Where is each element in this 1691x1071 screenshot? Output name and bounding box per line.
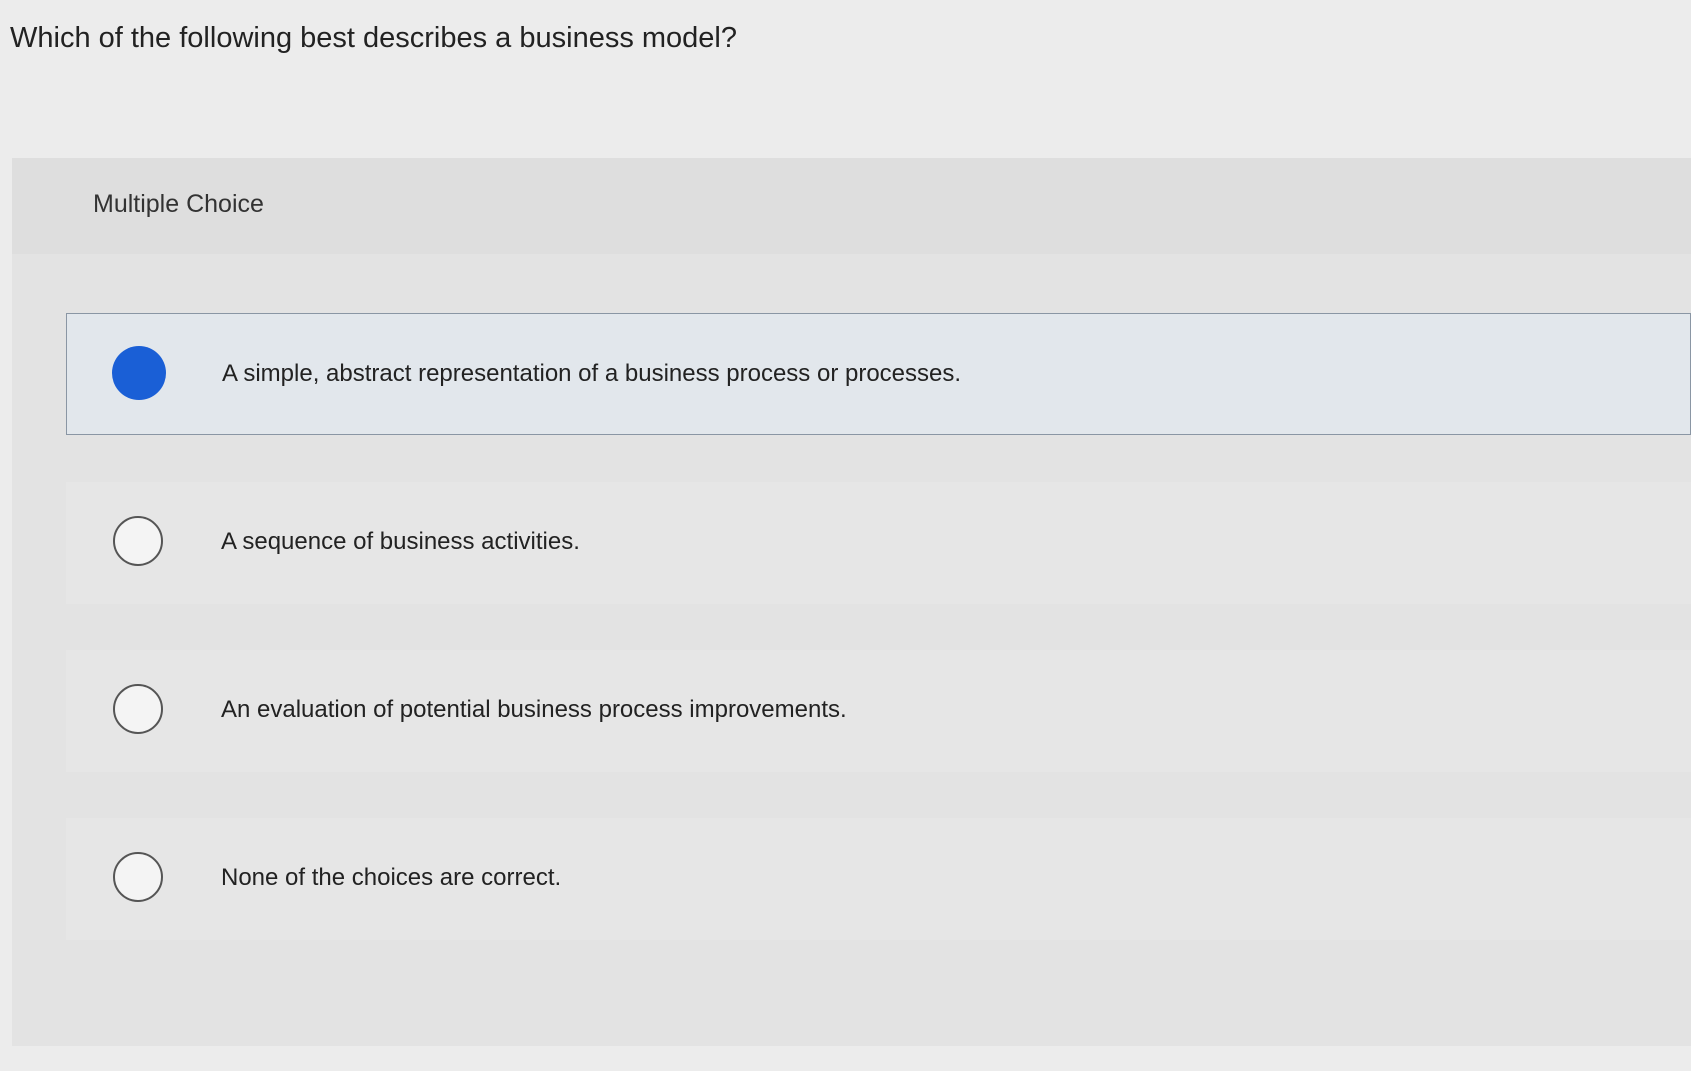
- choice-label: A simple, abstract representation of a b…: [222, 360, 962, 387]
- multiple-choice-panel: Multiple Choice A simple, abstract repre…: [12, 158, 1691, 1046]
- question-type-label: Multiple Choice: [93, 190, 264, 218]
- radio-unselected-icon[interactable]: [113, 852, 163, 902]
- choice-label: A sequence of business activities.: [221, 528, 580, 555]
- radio-unselected-icon[interactable]: [113, 684, 163, 734]
- choice-option-4[interactable]: None of the choices are correct.: [66, 818, 1691, 940]
- choice-option-2[interactable]: A sequence of business activities.: [66, 482, 1691, 604]
- question-text: Which of the following best describes a …: [10, 22, 737, 54]
- radio-selected-icon[interactable]: [112, 346, 166, 400]
- choice-option-3[interactable]: An evaluation of potential business proc…: [66, 650, 1691, 772]
- choice-label: None of the choices are correct.: [221, 864, 562, 891]
- radio-unselected-icon[interactable]: [113, 516, 163, 566]
- choice-label: An evaluation of potential business proc…: [221, 696, 847, 723]
- panel-header: Multiple Choice: [12, 158, 1691, 254]
- choice-option-1[interactable]: A simple, abstract representation of a b…: [66, 313, 1691, 435]
